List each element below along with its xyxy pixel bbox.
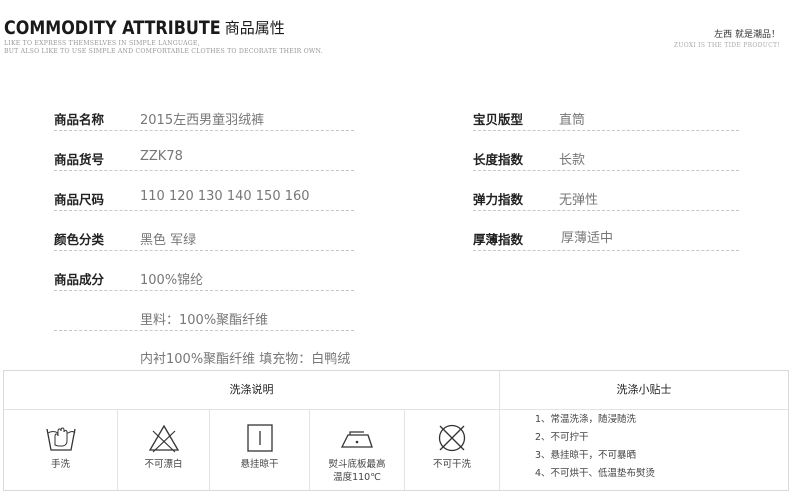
title-chinese: 商品属性 <box>224 19 285 37</box>
page-title: COMMODITY ATTRIBUTE 商品属性 <box>4 16 285 39</box>
attribute-value: 直筒 <box>559 113 586 128</box>
row-divider <box>54 170 354 171</box>
attribute-label: 商品成分 <box>54 272 105 287</box>
care-caption: 不可漂白 <box>144 459 183 470</box>
attribute-label: 商品名称 <box>54 112 105 127</box>
row-divider <box>54 130 354 131</box>
iron-caption-line-1: 熨斗底板最高 <box>328 459 386 470</box>
attribute-value: 110 120 130 140 150 160 <box>140 189 310 204</box>
row-divider <box>473 130 739 131</box>
brand-slogan: 左西 就是潮品！ <box>714 30 780 40</box>
hand-wash-icon <box>45 427 76 451</box>
attribute-label: 长度指数 <box>473 152 524 167</box>
hang-dry-icon <box>246 424 273 452</box>
attribute-value: 厚薄适中 <box>561 231 614 246</box>
care-item-hang-dry: 悬挂晾干 <box>210 410 309 491</box>
attribute-value: 2015左西男童羽绒裤 <box>140 113 265 128</box>
care-tips-list: 1、常温洗涤，随浸随洗 2、不可拧干 3、悬挂晾干，不可暴晒 4、不可烘干、低温… <box>535 411 655 483</box>
care-caption: 不可干洗 <box>432 459 471 470</box>
row-divider <box>54 250 354 251</box>
tips-heading: 洗涤小贴士 <box>616 383 672 396</box>
attribute-value: 无弹性 <box>559 193 599 208</box>
row-divider <box>54 290 354 291</box>
tip-item: 2、不可拧干 <box>535 432 589 443</box>
attribute-label: 厚薄指数 <box>473 232 524 247</box>
attribute-value: 黑色 军绿 <box>140 233 197 248</box>
subtitle-line-1: LIKE TO EXPRESS THEMSELVES IN SIMPLE LAN… <box>4 40 200 47</box>
attribute-label: 商品尺码 <box>54 192 105 207</box>
attribute-value: 长款 <box>559 153 586 168</box>
brand-tagline: ZUOXI IS THE TIDE PRODUCT! <box>673 42 780 49</box>
no-bleach-icon <box>148 424 179 453</box>
care-item-hand-wash: 手洗 <box>4 410 117 491</box>
attribute-label: 宝贝版型 <box>473 112 524 127</box>
title-english: COMMODITY ATTRIBUTE <box>4 16 221 39</box>
care-caption: 手洗 <box>50 459 70 470</box>
attribute-label: 商品货号 <box>54 152 105 167</box>
attribute-label: 弹力指数 <box>473 192 524 207</box>
care-heading: 洗涤说明 <box>229 383 274 396</box>
lining-composition: 里料：100%聚酯纤维 <box>140 313 269 328</box>
tip-item: 1、常温洗涤，随浸随洗 <box>535 414 637 425</box>
care-caption: 熨斗底板最高 温度110℃ <box>310 458 404 484</box>
care-item-no-dry-clean: 不可干洗 <box>405 410 499 491</box>
row-divider <box>473 170 739 171</box>
iron-icon <box>340 431 373 448</box>
care-item-no-bleach: 不可漂白 <box>118 410 209 491</box>
care-item-iron: 熨斗底板最高 温度110℃ <box>310 410 404 491</box>
row-divider <box>473 250 739 251</box>
attribute-value: ZZK78 <box>140 149 183 164</box>
row-divider <box>54 210 354 211</box>
filling-composition: 内衬100%聚酯纤维 填充物：白鸭绒 <box>140 352 351 367</box>
row-divider <box>54 330 354 331</box>
subtitle-line-2: BUT ALSO LIKE TO USE SIMPLE AND COMFORTA… <box>4 48 323 55</box>
tip-item: 3、悬挂晾干，不可暴晒 <box>535 450 637 461</box>
tip-item: 4、不可烘干、低温垫布熨烫 <box>535 468 656 479</box>
care-caption: 悬挂晾干 <box>240 459 279 470</box>
column-divider <box>499 371 500 490</box>
attribute-label: 颜色分类 <box>54 232 105 247</box>
row-divider <box>473 210 739 211</box>
care-instructions-panel: 洗涤说明 洗涤小贴士 手洗 不可漂白 悬挂晾干 熨斗底板最高 温度110℃ 不可… <box>3 370 789 491</box>
brand-block: 左西 就是潮品！ ZUOXI IS THE TIDE PRODUCT! <box>674 27 780 49</box>
header-subtitle: LIKE TO EXPRESS THEMSELVES IN SIMPLE LAN… <box>4 40 323 56</box>
attribute-value: 100%锦纶 <box>140 273 204 288</box>
iron-caption-line-2: 温度110℃ <box>333 472 381 483</box>
no-dry-clean-icon <box>438 424 466 452</box>
